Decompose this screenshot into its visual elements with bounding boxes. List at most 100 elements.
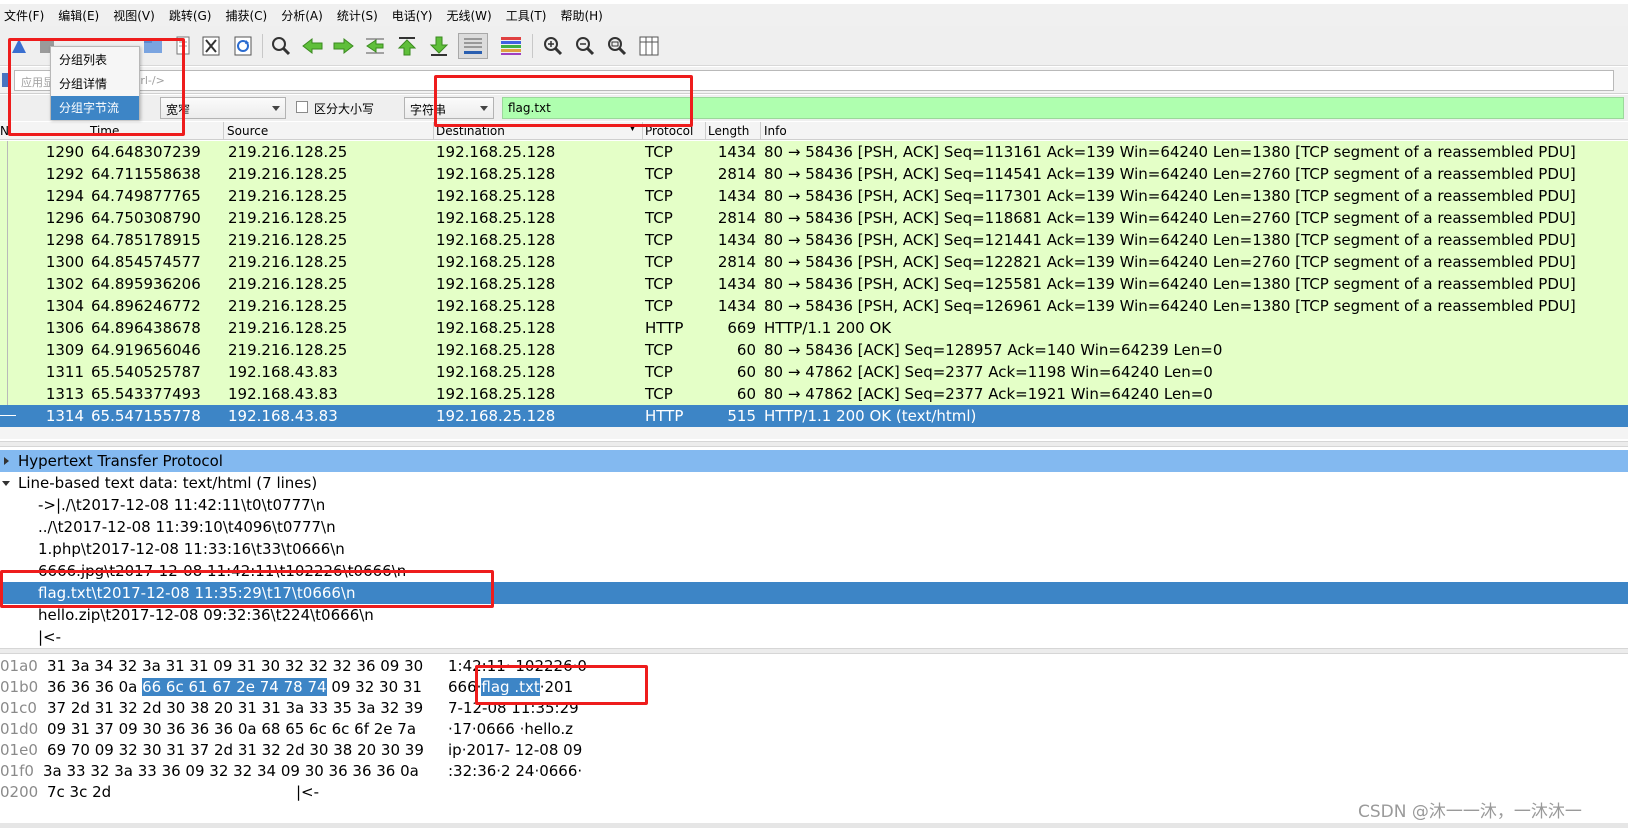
- packet-no: 1306: [45, 319, 84, 337]
- packet-no: 1309: [45, 341, 84, 359]
- bytes-ascii-text: :32:36·2 24·0666·: [448, 762, 583, 780]
- packet-no: 1314: [45, 407, 84, 425]
- menu-view[interactable]: 视图(V): [113, 7, 163, 24]
- packet-row[interactable]: 1294 64.749877765 219.216.128.25 192.168…: [0, 185, 1628, 207]
- zoom-in-icon[interactable]: [540, 33, 566, 59]
- auto-scroll-icon[interactable]: [458, 33, 488, 59]
- packet-destination: 192.168.25.128: [436, 209, 556, 227]
- bytes-ascii[interactable]: ·17·0666 ·hello.z: [448, 719, 573, 740]
- tree-item-http[interactable]: Hypertext Transfer Protocol: [0, 450, 1628, 472]
- packet-row[interactable]: 1290 64.648307239 219.216.128.25 192.168…: [0, 141, 1628, 163]
- column-source[interactable]: Source: [227, 124, 268, 138]
- packet-row[interactable]: 1298 64.785178915 219.216.128.25 192.168…: [0, 229, 1628, 251]
- tree-item-line-based[interactable]: Line-based text data: text/html (7 lines…: [0, 472, 1628, 494]
- resize-columns-icon[interactable]: [636, 33, 662, 59]
- packet-protocol: TCP: [645, 253, 673, 271]
- bytes-hex-text: 09 32 30 31: [326, 678, 422, 696]
- case-sensitive-checkbox[interactable]: [296, 101, 308, 113]
- find-packet-icon[interactable]: [268, 33, 294, 59]
- annotation-box-search: [434, 75, 693, 127]
- reload-file-icon[interactable]: [230, 33, 256, 59]
- packet-details[interactable]: Hypertext Transfer Protocol Line-based t…: [0, 450, 1628, 650]
- bytes-hex-selected: 66 6c 61 67 2e 74 78 74: [142, 678, 327, 696]
- bytes-hex-text: 3a 33 32 3a 33 36 09 32 32 34 09 30 36 3…: [43, 762, 419, 780]
- menu-telephony[interactable]: 电话(Y): [392, 7, 441, 24]
- pane-splitter[interactable]: [0, 648, 1628, 654]
- menu-edit[interactable]: 编辑(E): [58, 7, 107, 24]
- packet-row[interactable]: 1292 64.711558638 219.216.128.25 192.168…: [0, 163, 1628, 185]
- bytes-hex[interactable]: 31 3a 34 32 3a 31 31 09 31 30 32 32 32 3…: [47, 656, 423, 677]
- close-file-icon[interactable]: [198, 33, 224, 59]
- zoom-reset-icon[interactable]: [604, 33, 630, 59]
- horizontal-scrollbar[interactable]: [0, 427, 1628, 439]
- tree-item-line[interactable]: ->|./\t2017-12-08 11:42:11\t0\t0777\n: [0, 494, 1628, 516]
- menu-tools[interactable]: 工具(T): [506, 7, 555, 24]
- collapse-arrow-icon[interactable]: [2, 481, 10, 486]
- go-first-packet-icon[interactable]: [394, 33, 420, 59]
- menu-wireless[interactable]: 无线(W): [447, 7, 500, 24]
- packet-time: 64.648307239: [91, 143, 201, 161]
- bytes-row: 01b0 36 36 36 0a 66 6c 61 67 2e 74 78 74…: [0, 677, 1628, 698]
- bytes-hex[interactable]: 09 31 37 09 30 36 36 36 0a 68 65 6c 6c 6…: [47, 719, 416, 740]
- packet-source: 219.216.128.25: [228, 253, 348, 271]
- bytes-ascii-text: ip·2017- 12-08 09: [448, 741, 583, 759]
- bytes-ascii[interactable]: :32:36·2 24·0666·: [448, 761, 582, 782]
- menu-file[interactable]: 文件(F): [4, 7, 52, 24]
- packet-row[interactable]: 1309 64.919656046 219.216.128.25 192.168…: [0, 339, 1628, 361]
- go-to-packet-icon[interactable]: [362, 33, 388, 59]
- column-info[interactable]: Info: [764, 124, 787, 138]
- menu-statistics[interactable]: 统计(S): [337, 7, 386, 24]
- packet-row[interactable]: 1306 64.896438678 219.216.128.25 192.168…: [0, 317, 1628, 339]
- column-length[interactable]: Length: [708, 124, 749, 138]
- bytes-row: 01f0 3a 33 32 3a 33 36 09 32 32 34 09 30…: [0, 761, 1628, 782]
- bytes-hex-text: 69 70 09 32 30 31 37 2d 31 32 2d 30 38 2…: [47, 741, 424, 759]
- expand-arrow-icon[interactable]: [4, 457, 9, 465]
- packet-source: 192.168.43.83: [228, 407, 338, 425]
- case-sensitive-label: 区分大小写: [314, 102, 375, 116]
- bytes-hex[interactable]: 3a 33 32 3a 33 36 09 32 32 34 09 30 36 3…: [43, 761, 419, 782]
- packet-source: 219.216.128.25: [228, 143, 348, 161]
- packet-row[interactable]: 1300 64.854574577 219.216.128.25 192.168…: [0, 251, 1628, 273]
- packet-length: 60: [736, 363, 756, 381]
- packet-destination: 192.168.25.128: [436, 385, 556, 403]
- annotation-box-flag-bytes: [475, 665, 648, 705]
- menu-analyze[interactable]: 分析(A): [281, 7, 331, 24]
- packet-source: 219.216.128.25: [228, 187, 348, 205]
- tree-item-line[interactable]: |<-: [0, 626, 1628, 648]
- packet-destination: 192.168.25.128: [436, 341, 556, 359]
- bytes-hex[interactable]: 69 70 09 32 30 31 37 2d 31 32 2d 30 38 2…: [47, 740, 424, 761]
- menu-capture[interactable]: 捕获(C): [225, 7, 275, 24]
- menu-help[interactable]: 帮助(H): [560, 7, 610, 24]
- packet-row[interactable]: 1313 65.543377493 192.168.43.83 192.168.…: [0, 383, 1628, 405]
- packet-destination: 192.168.25.128: [436, 363, 556, 381]
- bytes-offset: 01d0: [0, 720, 39, 738]
- packet-row[interactable]: 1302 64.895936206 219.216.128.25 192.168…: [0, 273, 1628, 295]
- bytes-ascii[interactable]: ip·2017- 12-08 09: [448, 740, 582, 761]
- go-back-icon[interactable]: [300, 33, 326, 59]
- packet-row[interactable]: 1311 65.540525787 192.168.43.83 192.168.…: [0, 361, 1628, 383]
- packet-list[interactable]: 1290 64.648307239 219.216.128.25 192.168…: [0, 141, 1628, 427]
- menu-go[interactable]: 跳转(G): [169, 7, 220, 24]
- bytes-row: 01e0 69 70 09 32 30 31 37 2d 31 32 2d 30…: [0, 740, 1628, 761]
- bytes-hex[interactable]: 37 2d 31 32 2d 30 38 20 31 31 3a 33 35 3…: [47, 698, 423, 719]
- tree-item-line[interactable]: ../\t2017-12-08 11:39:10\t4096\t0777\n: [0, 516, 1628, 538]
- packet-time: 64.785178915: [91, 231, 201, 249]
- display-filter-input[interactable]: 应用显 trl-/>: [14, 70, 1614, 91]
- packet-row[interactable]: 1296 64.750308790 219.216.128.25 192.168…: [0, 207, 1628, 229]
- bytes-ascii[interactable]: |<-: [296, 782, 319, 803]
- bytes-hex-text: 36 36 36 0a: [47, 678, 143, 696]
- tree-item-line[interactable]: 1.php\t2017-12-08 11:33:16\t33\t0666\n: [0, 538, 1628, 560]
- zoom-out-icon[interactable]: [572, 33, 598, 59]
- bytes-hex[interactable]: 7c 3c 2d: [47, 782, 111, 803]
- packet-row-selected[interactable]: 1314 65.547155778 192.168.43.83 192.168.…: [0, 405, 1628, 427]
- bytes-hex[interactable]: 36 36 36 0a 66 6c 61 67 2e 74 78 74 09 3…: [47, 677, 422, 698]
- packet-length: 1434: [717, 187, 756, 205]
- go-forward-icon[interactable]: [330, 33, 356, 59]
- packet-length: 60: [736, 341, 756, 359]
- colorize-icon[interactable]: [496, 33, 526, 59]
- packet-row[interactable]: 1304 64.896246772 219.216.128.25 192.168…: [0, 295, 1628, 317]
- packet-no: 1300: [45, 253, 84, 271]
- go-last-packet-icon[interactable]: [426, 33, 452, 59]
- packet-destination: 192.168.25.128: [436, 165, 556, 183]
- pane-splitter[interactable]: [0, 441, 1628, 447]
